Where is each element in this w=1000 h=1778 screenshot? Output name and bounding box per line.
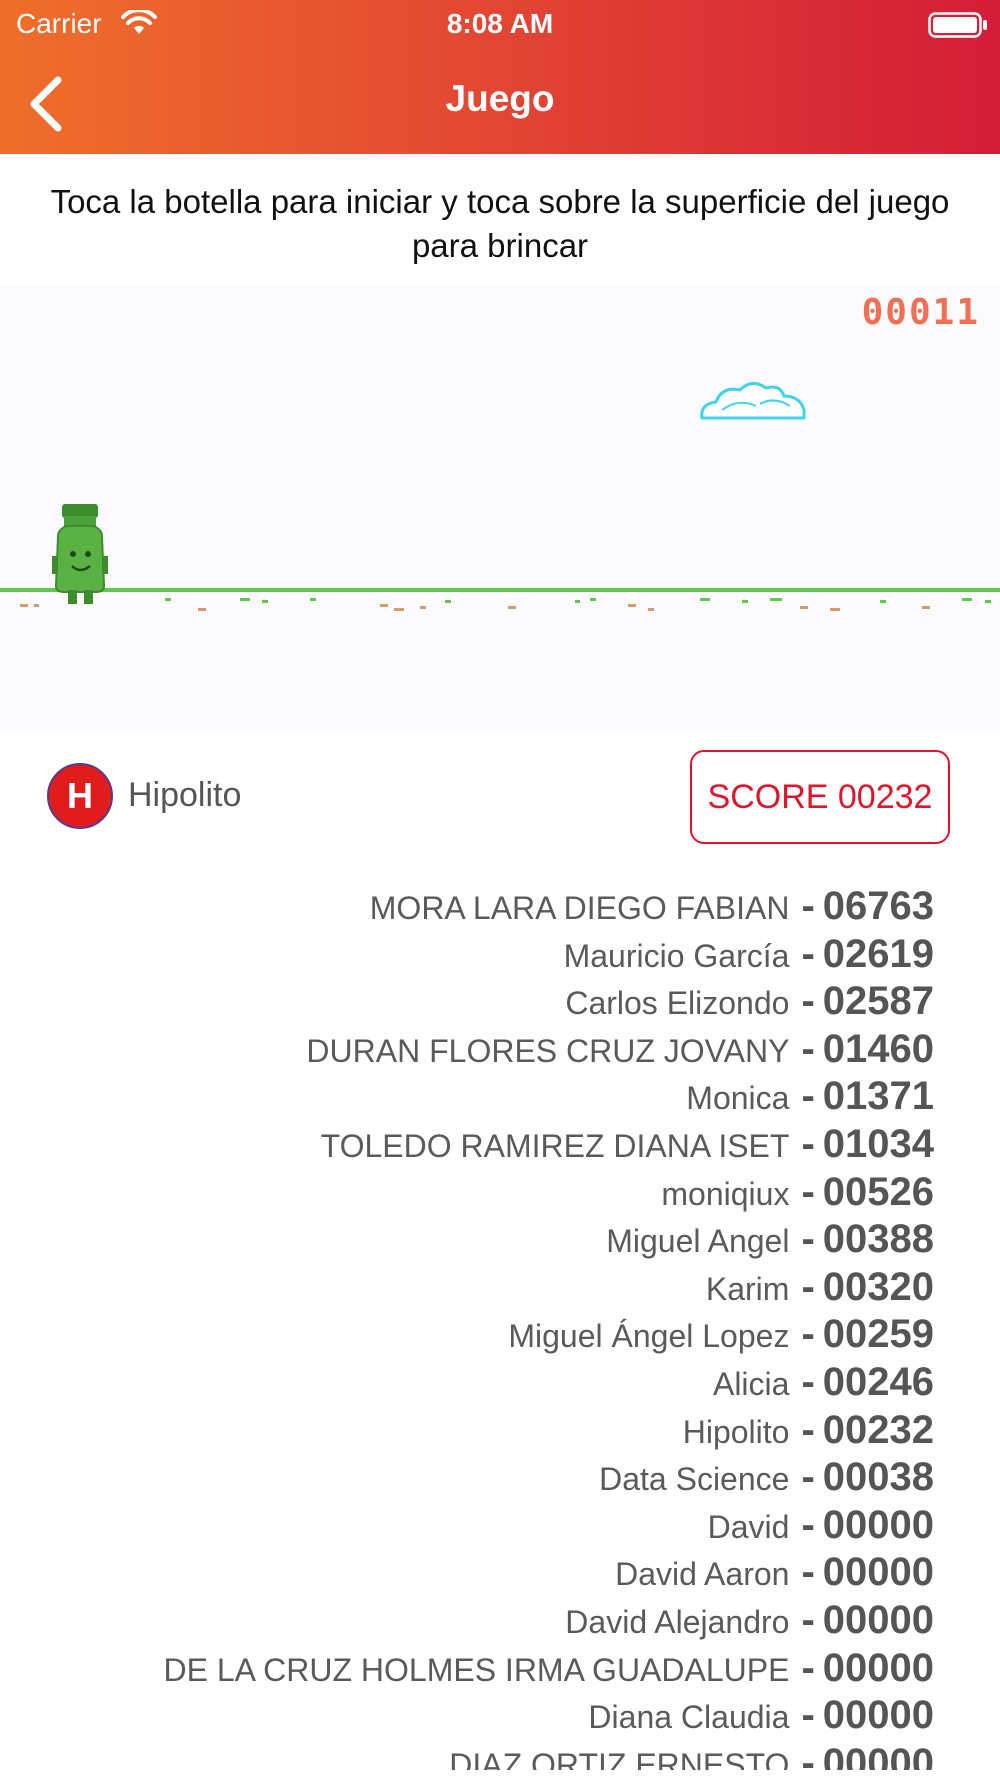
leaderboard-player-score: 06763 — [822, 884, 934, 928]
leaderboard-player-score: 00000 — [822, 1502, 934, 1547]
leaderboard-player-score: 01460 — [822, 1026, 934, 1071]
leaderboard-row: Miguel Ángel Lopez -00259 — [508, 1312, 934, 1359]
game-instructions: Toca la botella para iniciar y toca sobr… — [50, 183, 950, 264]
leaderboard-row: Mauricio García -02619 — [564, 932, 934, 979]
leaderboard-player-name: moniqiux — [661, 1175, 790, 1212]
leaderboard-row: Alicia -00246 — [713, 1360, 934, 1407]
leaderboard-player-name: Miguel Angel — [606, 1223, 790, 1260]
leaderboard-row: David Aaron -00000 — [615, 1550, 934, 1597]
ground-texture — [20, 598, 991, 611]
leaderboard-player-name: David Alejandro — [565, 1604, 790, 1640]
leaderboard-player-score: 00000 — [822, 1693, 934, 1738]
app-header: Carrier 8:08 AM Juego — [0, 0, 1000, 154]
leaderboard-separator: - — [801, 1217, 815, 1262]
leaderboard-row: DIAZ ORTIZ ERNESTO -00000 — [449, 1741, 934, 1770]
leaderboard-row: Karim -00320 — [706, 1265, 934, 1312]
leaderboard-separator: - — [801, 1645, 815, 1690]
leaderboard-player-score: 01034 — [822, 1122, 934, 1166]
leaderboard-row: DE LA CRUZ HOLMES IRMA GUADALUPE -00000 — [164, 1646, 934, 1693]
leaderboard-player-score: 02619 — [822, 931, 934, 976]
leaderboard-player-name: David Aaron — [615, 1556, 790, 1593]
leaderboard-separator: - — [801, 1312, 815, 1357]
leaderboard-player-name: Diana Claudia — [588, 1699, 790, 1736]
leaderboard-player-name: TOLEDO RAMIREZ DIANA ISET — [320, 1128, 790, 1164]
leaderboard-player-score: 00000 — [822, 1598, 934, 1642]
leaderboard-player-name: Monica — [686, 1080, 790, 1117]
bottle-character[interactable] — [52, 504, 108, 604]
battery-icon — [928, 12, 987, 38]
leaderboard-separator: - — [801, 1740, 815, 1770]
leaderboard-separator: - — [801, 1693, 815, 1738]
leaderboard-separator: - — [801, 1169, 815, 1214]
leaderboard-row: TOLEDO RAMIREZ DIANA ISET -01034 — [321, 1122, 934, 1169]
page-title: Juego — [445, 78, 555, 119]
game-scene — [0, 382, 1000, 611]
leaderboard-row: Data Science -00038 — [599, 1455, 934, 1502]
leaderboard-separator: - — [801, 1360, 815, 1404]
leaderboard-player-score: 00000 — [822, 1550, 934, 1595]
status-time: 8:08 AM — [446, 8, 554, 39]
leaderboard-player-score: 00320 — [822, 1264, 934, 1309]
leaderboard-row: David -00000 — [708, 1503, 934, 1550]
status-bar: Carrier 8:08 AM — [0, 0, 1000, 50]
leaderboard-player-name: DIAZ ORTIZ ERNESTO — [449, 1746, 790, 1770]
leaderboard-player-score: 00000 — [822, 1740, 934, 1770]
leaderboard-player-name: David — [707, 1508, 790, 1545]
game-score-counter: 00011 — [861, 292, 980, 333]
leaderboard-separator: - — [801, 1122, 815, 1166]
leaderboard-player-name: Hipolito — [682, 1413, 790, 1450]
leaderboard-player-name: Alicia — [712, 1366, 790, 1402]
leaderboard-player-score: 00388 — [822, 1217, 934, 1262]
leaderboard-player-name: Miguel Ángel Lopez — [508, 1318, 790, 1355]
leaderboard-row: DURAN FLORES CRUZ JOVANY -01460 — [306, 1027, 934, 1074]
leaderboard-player-score: 02587 — [822, 979, 934, 1024]
leaderboard-separator: - — [801, 1264, 815, 1309]
leaderboard-separator: - — [801, 1026, 815, 1071]
leaderboard-separator: - — [801, 979, 815, 1024]
leaderboard-separator: - — [801, 931, 815, 976]
leaderboard-row: Miguel Angel -00388 — [606, 1217, 934, 1264]
leaderboard-player-name: Carlos Elizondo — [565, 985, 790, 1022]
leaderboard-row: Hipolito -00232 — [683, 1408, 934, 1455]
leaderboard-player-score: 00232 — [822, 1407, 934, 1452]
leaderboard-player-score: 00259 — [822, 1312, 934, 1357]
leaderboard-separator: - — [801, 1074, 815, 1119]
leaderboard-list[interactable]: MORA LARA DIEGO FABIAN -06763 Mauricio Gar… — [0, 884, 1000, 1770]
leaderboard-row: David Alejandro -00000 — [565, 1598, 934, 1645]
score-button[interactable]: SCORE 00232 — [690, 750, 950, 844]
leaderboard-player-name: Karim — [705, 1270, 790, 1307]
leaderboard-player-name: DE LA CRUZ HOLMES IRMA GUADALUPE — [163, 1651, 790, 1688]
leaderboard-row: moniqiux -00526 — [661, 1170, 934, 1217]
leaderboard-separator: - — [801, 1455, 815, 1500]
leaderboard-separator: - — [801, 1407, 815, 1452]
leaderboard-player-score: 00000 — [822, 1645, 934, 1690]
game-canvas[interactable]: 00011 — [0, 286, 1000, 732]
leaderboard-separator: - — [801, 884, 815, 928]
leaderboard-player-name: Mauricio García — [563, 937, 790, 974]
leaderboard-separator: - — [801, 1598, 815, 1642]
leaderboard-player-name: MORA LARA DIEGO FABIAN — [369, 890, 790, 926]
leaderboard-row: Monica -01371 — [686, 1074, 934, 1121]
cloud-icon — [700, 382, 806, 420]
leaderboard-player-score: 00246 — [822, 1360, 934, 1404]
ground-line — [0, 588, 1000, 592]
leaderboard-player-name: Data Science — [599, 1461, 790, 1498]
leaderboard-separator: - — [801, 1502, 815, 1547]
leaderboard-row: MORA LARA DIEGO FABIAN -06763 — [370, 884, 934, 931]
leaderboard-row: Carlos Elizondo -02587 — [565, 979, 934, 1026]
leaderboard-player-name: DURAN FLORES CRUZ JOVANY — [306, 1032, 790, 1069]
user-name: Hipolito — [128, 776, 242, 814]
leaderboard-player-score: 00038 — [822, 1455, 934, 1500]
leaderboard-row: Diana Claudia -00000 — [588, 1693, 934, 1740]
avatar: H — [47, 763, 113, 829]
leaderboard-player-score: 00526 — [822, 1169, 934, 1214]
leaderboard-player-score: 01371 — [822, 1074, 934, 1119]
leaderboard-separator: - — [801, 1550, 815, 1595]
